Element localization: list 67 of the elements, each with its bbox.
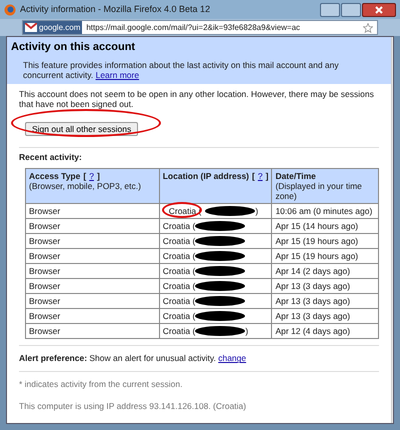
table-cell: Browser [26,218,160,234]
url-text: https://mail.google.com/mail/?ui=2&ik=93fe6828a9&view=ac [86,22,302,34]
bracket-text: ] [96,171,100,182]
table-cell: Apr 14 (2 days ago) [272,264,378,279]
location-text: Croatia ( [162,220,196,233]
alert-preference-text: Alert preference: Show an alert for unusual activity. change [19,352,248,365]
bracket-text: [ [252,171,255,182]
redaction-mark [205,206,256,216]
location-text: ) [255,204,258,218]
section-label: Recent activity: [19,150,83,164]
table-cell: Browser [26,308,160,324]
location-text: Croatia ( [162,280,196,293]
redaction-mark [195,311,246,322]
section-title: Activity on this account [11,40,136,55]
location-text: Croatia ( [162,234,196,248]
redaction-mark [195,221,246,232]
location-text: Croatia ( [162,324,196,338]
help-link[interactable]: ? [89,171,94,182]
location-text: ) [245,324,248,338]
close-button[interactable] [362,2,396,16]
ip-address-text: This computer is using IP address 93.141.126.108. (Croatia) [19,400,248,412]
column-subtitle: (Browser, mobile, POP3, etc.) [29,181,142,192]
column-subtitle: (Displayed in your time zone) [275,181,363,202]
location-text: Croatia ( [162,250,196,263]
table-cell: Apr 13 (3 days ago) [272,308,378,324]
learn-more-link[interactable]: Learn more [96,70,140,80]
table-cell: Browser [26,324,160,339]
description-text: This feature provides information about the last activity on this mail account and any concurrent activity. Learn more [22,60,340,80]
close-icon [375,6,383,14]
address-field[interactable]: google.com https://mail.google.com/mail/?ui=2&ik=93fe6828a9&view=ac [22,20,378,35]
table-cell: Browser [26,234,160,249]
location-text: Croatia ( [162,264,196,278]
column-title: Access Type [29,171,80,182]
table-cell: Browser [26,278,160,294]
redaction-mark [195,296,246,306]
table-cell: Apr 12 (4 days ago) [272,324,378,339]
minimize-button[interactable] [320,2,340,16]
site-badge: google.com [23,21,82,34]
table-cell: Apr 13 (3 days ago) [272,278,378,294]
table-cell: Apr 15 (19 hours ago) [272,248,378,264]
notice-text: This account does not seem to be open in any other location. However, there may be sessions that have not been signed out. [19,88,375,108]
column-title: Location (IP address) [162,171,250,182]
table-cell: Apr 15 (19 hours ago) [272,234,378,249]
table-cell: Browser [26,264,160,279]
table-cell: Apr 13 (3 days ago) [272,294,378,309]
star-icon[interactable] [363,22,373,32]
column-title: Date/Time [275,171,316,182]
help-link[interactable]: ? [258,171,263,182]
maximize-button[interactable] [341,2,361,16]
change-link[interactable]: change [218,353,246,364]
table-cell: Browser [26,204,160,219]
redaction-mark [195,266,246,276]
table-cell: Browser [26,248,160,264]
redaction-mark [195,251,246,262]
footnote-text: * indicates activity from the current session. [19,378,184,391]
location-text: Croatia ( [162,294,196,308]
redaction-mark [195,281,246,292]
bracket-text: ] [266,171,268,182]
table-cell: Browser [26,294,160,309]
redaction-mark [195,236,246,246]
redaction-mark [195,326,246,336]
table-cell: Apr 15 (14 hours ago) [272,218,378,234]
bracket-text: [ [83,171,86,182]
firefox-icon [4,4,16,16]
table-cell: 10:06 am (0 minutes ago) [272,204,378,219]
location-text: Croatia ( [162,310,196,323]
window-title: Activity information - Mozilla Firefox 4.0 Beta 12 [20,2,212,16]
